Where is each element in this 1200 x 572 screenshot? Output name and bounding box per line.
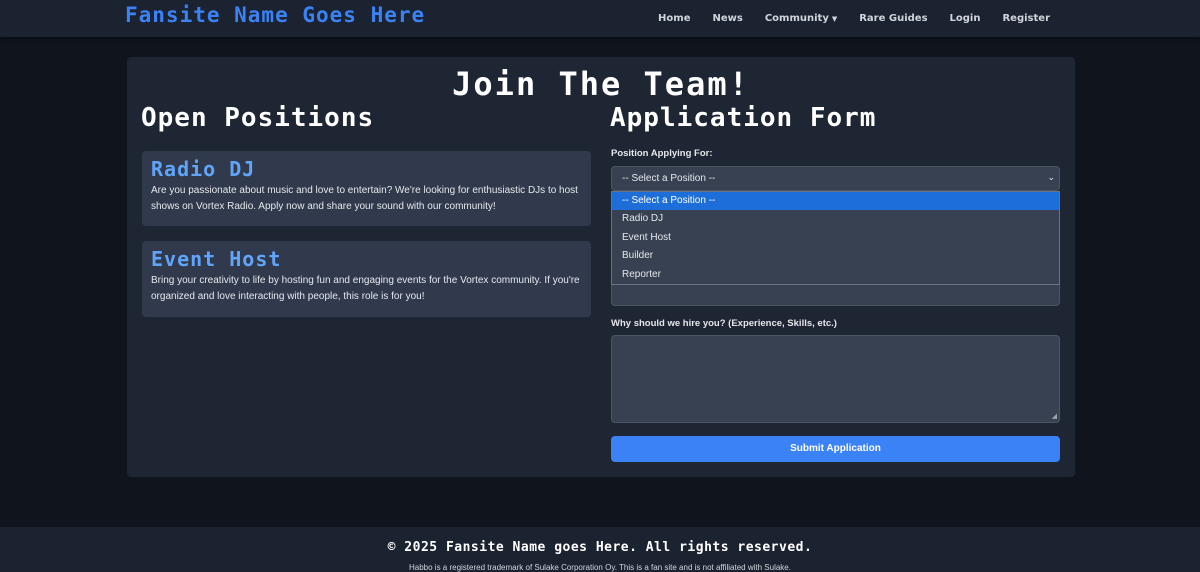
nav-register-link[interactable]: Register (1002, 13, 1050, 24)
position-dropdown-list: -- Select a Position -- Radio DJ Event H… (611, 191, 1060, 285)
nav-community-dropdown[interactable]: Community ▼ (765, 13, 837, 24)
nav-news-link[interactable]: News (712, 13, 742, 24)
position-card-radio-dj: Radio DJ Are you passionate about music … (142, 151, 591, 226)
site-brand-logo[interactable]: Fansite Name Goes Here (125, 3, 425, 27)
dropdown-option-radio-dj[interactable]: Radio DJ (612, 210, 1059, 228)
position-description: Are you passionate about music and love … (151, 185, 578, 212)
join-team-card: Join The Team! Open Positions Radio DJ A… (127, 57, 1075, 477)
footer-trademark-note: Habbo is a registered trademark of Sulak… (409, 563, 791, 572)
chevron-down-icon: ⌄ (1047, 172, 1055, 182)
site-footer: © 2025 Fansite Name goes Here. All right… (0, 527, 1200, 572)
application-form-heading: Application Form (610, 103, 877, 133)
dropdown-option-placeholder[interactable]: -- Select a Position -- (612, 192, 1059, 211)
position-card-event-host: Event Host Bring your creativity to life… (142, 241, 591, 317)
position-select[interactable]: -- Select a Position -- ⌄ (611, 166, 1060, 191)
position-title: Radio DJ (151, 157, 256, 181)
nav-community-label: Community (764, 13, 829, 24)
nav-home-link[interactable]: Home (658, 13, 690, 24)
dropdown-option-event-host[interactable]: Event Host (612, 229, 1059, 247)
chevron-down-icon: ▼ (831, 15, 838, 23)
position-select-value: -- Select a Position -- (622, 173, 716, 184)
dropdown-option-reporter[interactable]: Reporter (612, 266, 1059, 284)
dropdown-option-builder[interactable]: Builder (612, 247, 1059, 265)
main-nav: Home News Community ▼ Rare Guides Login R… (636, 0, 1050, 37)
top-navbar: Fansite Name Goes Here Home News Communi… (0, 0, 1200, 37)
position-select-label: Position Applying For: (611, 148, 713, 159)
page-title: Join The Team! (452, 65, 750, 103)
position-description: Bring your creativity to life by hosting… (151, 275, 580, 302)
why-hire-label: Why should we hire you? (Experience, Ski… (611, 318, 837, 329)
resize-grip-icon[interactable]: ◢ (1052, 412, 1057, 420)
open-positions-heading: Open Positions (141, 103, 375, 133)
footer-copyright: © 2025 Fansite Name goes Here. All right… (387, 540, 813, 555)
partially-hidden-input[interactable] (611, 285, 1060, 306)
why-hire-textarea[interactable]: ◢ (611, 335, 1060, 423)
submit-application-button[interactable]: Submit Application (611, 436, 1060, 462)
position-title: Event Host (151, 247, 282, 271)
nav-login-link[interactable]: Login (950, 13, 981, 24)
nav-rare-guides-link[interactable]: Rare Guides (859, 13, 927, 24)
